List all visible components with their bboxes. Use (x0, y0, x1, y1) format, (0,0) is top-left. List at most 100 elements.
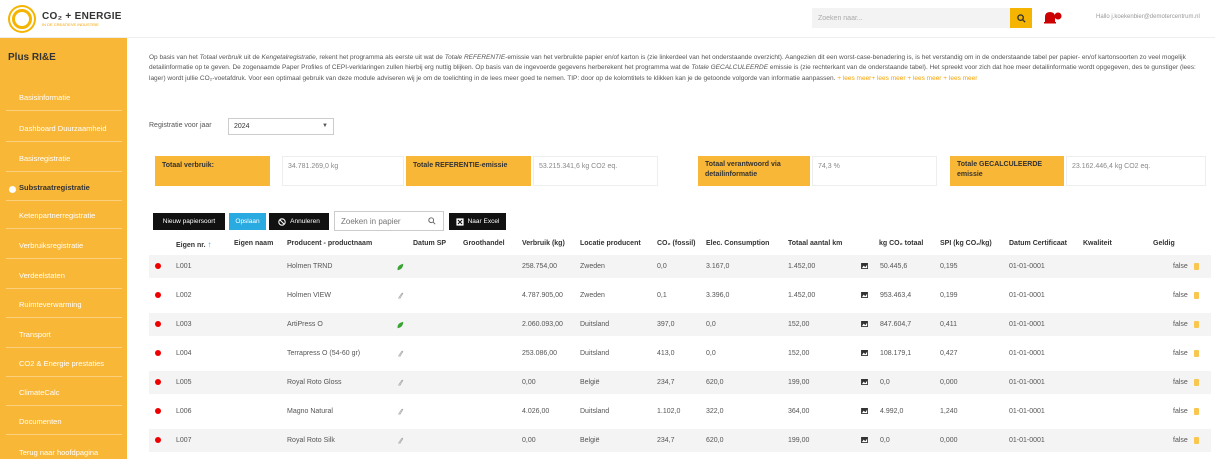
sidebar-item-basisregistratie[interactable]: Basisregistratie (6, 146, 122, 172)
user-greeting[interactable]: Hallo j.koekenbier@demotercentrum.nl (1096, 14, 1200, 20)
image-icon[interactable] (861, 437, 868, 443)
leaf-icon[interactable] (396, 321, 404, 329)
image-icon[interactable] (861, 379, 868, 385)
col-header-geldig[interactable]: Geldig (1153, 240, 1175, 247)
read-more-link[interactable]: + lees meer (837, 75, 871, 82)
cell-spi: 0,199 (940, 292, 958, 299)
cell-verbruik: 258.754,00 (522, 263, 558, 270)
col-header-producent[interactable]: Producent - productnaam (287, 240, 372, 247)
col-header-spi[interactable]: SPI (kg CO₂/kg) (940, 240, 992, 247)
cell-datum-certificaat: 01-01-0001 (1009, 437, 1045, 444)
sidebar-item-terug-naar-hoofdpagina[interactable]: Terug naar hoofdpagina (6, 440, 122, 459)
paperclip-icon[interactable] (396, 437, 404, 445)
cell-datum-certificaat: 01-01-0001 (1009, 321, 1045, 328)
cell-producent: Terrapress O (54-60 gr) (287, 350, 361, 357)
delete-icon[interactable] (1194, 379, 1199, 386)
sidebar-item-co2-energie-prestaties[interactable]: CO2 & Energie prestaties (6, 351, 122, 377)
global-search (812, 8, 1032, 28)
delete-icon[interactable] (1194, 350, 1199, 357)
image-icon[interactable] (861, 408, 868, 414)
paperclip-icon[interactable] (396, 292, 404, 300)
delete-icon[interactable] (1194, 292, 1199, 299)
cell-elec-consumption: 3.167,0 (706, 263, 730, 270)
delete-icon[interactable] (1194, 263, 1199, 270)
cell-kg-co2: 50.445,6 (880, 263, 908, 270)
col-header-eigen-nr[interactable]: Eigen nr. ↑ (176, 240, 212, 249)
notification-bell-icon[interactable] (1042, 10, 1062, 26)
search-icon (1016, 13, 1026, 23)
status-dot (155, 408, 161, 414)
read-more-link[interactable]: + lees meer (943, 75, 977, 82)
cell-co2-fossil: 234,7 (657, 437, 675, 444)
cell-datum-certificaat: 01-01-0001 (1009, 379, 1045, 386)
excel-icon (455, 217, 464, 226)
cell-co2-fossil: 0,1 (657, 292, 667, 299)
new-paper-button[interactable]: Nieuw papiersoort (153, 213, 225, 230)
cancel-icon (278, 217, 286, 226)
col-header-verbruik[interactable]: Verbruik (kg) (522, 240, 565, 247)
read-more-link[interactable]: + lees meer (871, 75, 905, 82)
sidebar-item-verbruiksregistratie[interactable]: Verbruiksregistratie (6, 233, 122, 259)
sidebar-item-verdeelstaten[interactable]: Verdeelstaten (6, 263, 122, 289)
sidebar-item-climatecalc[interactable]: ClimateCalc (6, 380, 122, 406)
cell-verbruik: 2.060.093,00 (522, 321, 563, 328)
col-header-elec-consumption[interactable]: Elec. Consumption (706, 240, 769, 247)
sidebar-item-ruimteverwarming[interactable]: Ruimteverwarming (6, 292, 122, 318)
cell-locatie: Duitsland (580, 321, 610, 328)
leaf-icon[interactable] (396, 263, 404, 271)
cell-geldig: false (1173, 437, 1188, 444)
col-header-groothandel[interactable]: Groothandel (463, 240, 505, 247)
cell-co2-fossil: 1.102,0 (657, 408, 681, 415)
col-header-datum-certificaat[interactable]: Datum Certificaat (1009, 240, 1067, 247)
paperclip-icon[interactable] (396, 350, 404, 358)
top-header: CO₂ + ENERGIE IN DE CREATIEVE INDUSTRIE … (0, 0, 1215, 38)
delete-icon[interactable] (1194, 437, 1199, 444)
sidebar-item-transport[interactable]: Transport (6, 322, 122, 348)
global-search-input[interactable] (812, 8, 1010, 28)
cell-elec-consumption: 0,0 (706, 350, 716, 357)
sidebar-item-dashboard-duurzaamheid[interactable]: Dashboard Duurzaamheid (6, 116, 122, 142)
cell-locatie: Duitsland (580, 408, 610, 415)
export-excel-button[interactable]: Naar Excel (449, 213, 506, 230)
col-header-kwaliteit[interactable]: Kwaliteit (1083, 240, 1112, 247)
cell-kg-co2: 4.992,0 (880, 408, 904, 415)
search-icon[interactable] (428, 217, 436, 225)
cell-elec-consumption: 620,0 (706, 379, 724, 386)
cell-kg-co2: 0,0 (880, 379, 890, 386)
paperclip-icon[interactable] (396, 379, 404, 387)
status-dot (155, 321, 161, 327)
search-button[interactable] (1010, 8, 1032, 28)
read-more-link[interactable]: + lees meer (907, 75, 941, 82)
cell-totaal-km: 1.452,00 (788, 263, 816, 270)
cancel-button[interactable]: Annuleren (269, 213, 329, 230)
image-icon[interactable] (861, 350, 868, 356)
delete-icon[interactable] (1194, 408, 1199, 415)
col-header-eigen-naam[interactable]: Eigen naam (234, 240, 273, 247)
paperclip-icon[interactable] (396, 408, 404, 416)
delete-icon[interactable] (1194, 321, 1199, 328)
col-header-co2-fossil[interactable]: CO₂ (fossil) (657, 240, 696, 247)
cell-locatie: Zweden (580, 292, 605, 299)
sidebar-item-substraatregistratie[interactable]: Substraatregistratie (6, 175, 122, 201)
sidebar-item-documenten[interactable]: Documenten (6, 409, 122, 435)
save-button[interactable]: Opslaan (229, 213, 266, 230)
year-select[interactable]: 2024 ▼ (228, 118, 334, 135)
col-header-locatie[interactable]: Locatie producent (580, 240, 641, 247)
image-icon[interactable] (861, 263, 868, 269)
image-icon[interactable] (861, 292, 868, 298)
col-header-totaal-km[interactable]: Totaal aantal km (788, 240, 842, 247)
sidebar-item-ketenpartnerregistratie[interactable]: Ketenpartnerregistratie (6, 203, 122, 229)
col-header-datum-sp[interactable]: Datum SP (413, 240, 446, 247)
logo-mark (8, 5, 36, 33)
cell-co2-fossil: 413,0 (657, 350, 675, 357)
cell-producent: ArtiPress O (287, 321, 323, 328)
sidebar-item-basisinformatie[interactable]: Basisinformatie (6, 85, 122, 111)
cell-co2-fossil: 0,0 (657, 263, 667, 270)
accounted-detail-label: Totaal verantwoord via detailinformatie (698, 156, 810, 186)
status-dot (155, 379, 161, 385)
image-icon[interactable] (861, 321, 868, 327)
logo[interactable]: CO₂ + ENERGIE IN DE CREATIEVE INDUSTRIE (8, 5, 122, 33)
logo-subtitle: IN DE CREATIEVE INDUSTRIE (42, 21, 99, 27)
col-header-kg-co2[interactable]: kg CO₂ totaal (879, 240, 923, 247)
cell-geldig: false (1173, 379, 1188, 386)
